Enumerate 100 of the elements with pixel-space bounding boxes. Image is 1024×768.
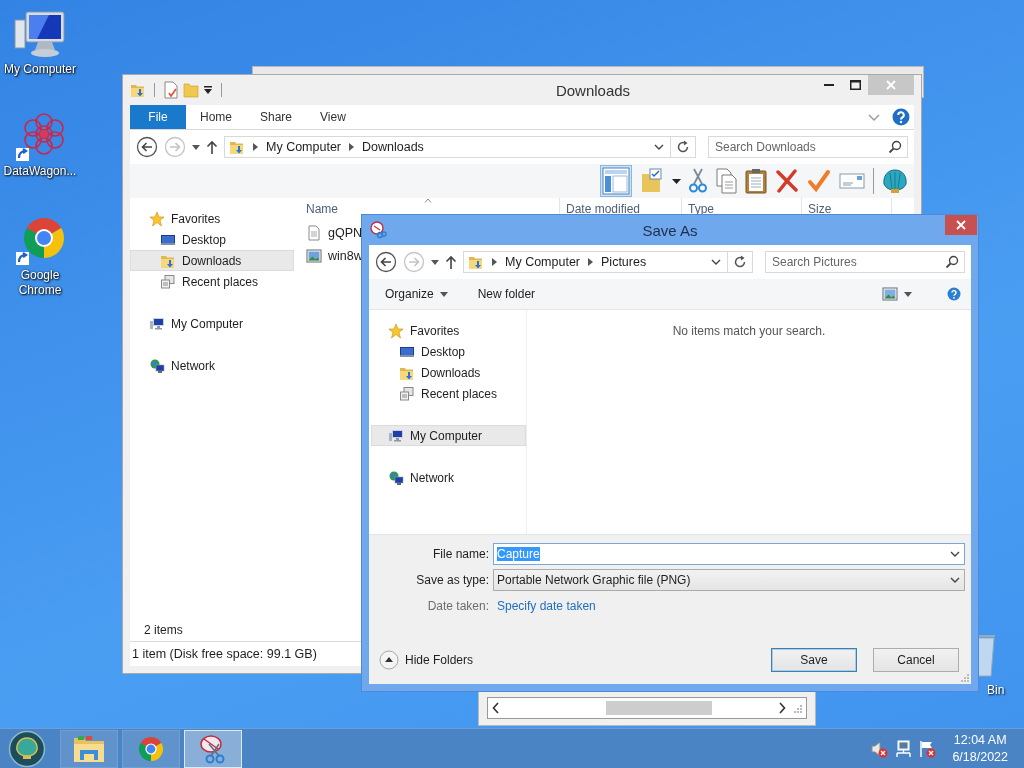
close-button[interactable]	[945, 215, 977, 235]
field-label: Save as type:	[415, 573, 489, 587]
recent-locations-icon[interactable]	[192, 144, 200, 150]
nav-item[interactable]: Network	[371, 467, 526, 488]
envelope-icon[interactable]	[839, 172, 865, 190]
folder-icon	[229, 139, 245, 155]
network-icon	[149, 357, 165, 374]
refresh-icon[interactable]	[676, 140, 690, 154]
help-icon[interactable]	[892, 108, 910, 126]
desktop-icon-label[interactable]: My Computer	[2, 62, 78, 77]
muted-speaker-icon[interactable]	[870, 739, 889, 758]
breadcrumb-link[interactable]: My Computer	[505, 255, 581, 269]
nav-item[interactable]: Network	[130, 355, 294, 376]
up-arrow-icon[interactable]	[445, 255, 457, 269]
checkmark-icon[interactable]	[807, 169, 831, 193]
nav-item[interactable]: Favorites	[130, 208, 294, 229]
breadcrumb-link[interactable]: Pictures	[601, 255, 647, 269]
computer-icon[interactable]	[12, 8, 68, 60]
nav-item[interactable]: Downloads	[371, 362, 526, 383]
scroll-right-icon[interactable]	[778, 702, 786, 714]
folder-icon[interactable]	[130, 82, 146, 98]
toolbar-button[interactable]: New folder	[471, 287, 542, 301]
scroll-thumb[interactable]	[606, 701, 712, 715]
resize-grip-icon[interactable]	[792, 703, 802, 713]
nav-item[interactable]: My Computer	[130, 313, 294, 334]
expand-ribbon-icon[interactable]	[868, 113, 880, 121]
nav-item[interactable]: Desktop	[371, 341, 526, 362]
shell-icon[interactable]	[882, 168, 908, 194]
scroll-left-icon[interactable]	[492, 702, 500, 714]
scrollbar[interactable]	[487, 697, 807, 719]
star-icon	[388, 322, 404, 339]
search-icon[interactable]	[888, 140, 902, 154]
empty-message: No items match your search.	[672, 324, 826, 340]
nav-item[interactable]: Recent places	[130, 271, 294, 292]
field-label: Date taken:	[426, 598, 489, 613]
ribbon-tab[interactable]: View	[306, 105, 360, 129]
view-icon[interactable]	[882, 287, 898, 301]
recent-locations-icon[interactable]	[431, 259, 439, 265]
back-button[interactable]	[136, 136, 158, 158]
folder-check-icon[interactable]	[640, 168, 664, 194]
clock-date[interactable]: 6/18/2022	[952, 748, 1008, 766]
toolbar-toggle[interactable]	[600, 165, 632, 197]
clock-time[interactable]: 12:04 AM	[952, 731, 1008, 749]
ribbon-tab[interactable]: Home	[186, 105, 246, 129]
customize-icon[interactable]	[203, 85, 213, 95]
copy-icon[interactable]	[715, 168, 737, 194]
minimize-icon	[824, 84, 834, 86]
start-button[interactable]	[8, 729, 46, 768]
nav-item[interactable]: My Computer	[371, 425, 526, 446]
dialog-title: Save As	[641, 221, 699, 239]
chevron-icon[interactable]	[349, 143, 355, 151]
breadcrumb-link[interactable]: My Computer	[266, 140, 342, 154]
chevron-icon[interactable]	[492, 258, 497, 266]
search-field[interactable]: Search Downloads	[708, 136, 908, 158]
scissors-icon[interactable]	[689, 168, 707, 194]
image-file-icon	[306, 247, 322, 264]
dropdown-icon[interactable]	[950, 577, 960, 583]
file-name[interactable]: gQPN	[328, 225, 363, 240]
back-button[interactable]	[375, 251, 397, 273]
nav-item[interactable]: Downloads	[130, 250, 294, 271]
chevron-icon[interactable]	[588, 258, 594, 266]
search-icon[interactable]	[945, 255, 959, 269]
dropdown-icon[interactable]	[950, 551, 960, 557]
network-icon[interactable]	[894, 739, 913, 758]
flag-icon[interactable]	[918, 739, 937, 758]
file-menu-tab[interactable]: File	[130, 105, 186, 129]
computer-icon	[388, 427, 404, 444]
breadcrumb-link[interactable]: Downloads	[362, 140, 424, 154]
caret-icon	[439, 291, 448, 297]
close-icon	[886, 80, 896, 90]
address-bar[interactable]: My Computer Downloads	[224, 136, 696, 158]
caret-icon[interactable]	[672, 178, 681, 184]
toolbar-button[interactable]: Organize	[379, 287, 454, 301]
properties-icon[interactable]	[163, 81, 179, 99]
window-title: Downloads	[554, 81, 632, 99]
date-link[interactable]: Specify date taken	[493, 598, 596, 613]
resize-grip-icon[interactable]	[959, 672, 969, 682]
collapse-icon	[379, 650, 399, 670]
maximize-icon	[849, 80, 861, 90]
dialog-button[interactable]: Cancel	[873, 648, 959, 672]
refresh-icon[interactable]	[733, 255, 747, 269]
up-arrow-icon[interactable]	[206, 140, 218, 154]
nav-item[interactable]: Favorites	[371, 320, 526, 341]
chevron-icon[interactable]	[253, 143, 258, 151]
ribbon-tab[interactable]: Share	[246, 105, 307, 129]
dropdown-icon[interactable]	[654, 144, 664, 150]
dropdown-icon[interactable]	[711, 259, 721, 265]
caret-icon[interactable]	[904, 291, 912, 297]
nav-item[interactable]: Desktop	[130, 229, 294, 250]
taskbar-button[interactable]	[60, 729, 118, 768]
nav-item[interactable]: Recent places	[371, 383, 526, 404]
recent-places-icon	[399, 385, 415, 402]
clipboard-icon[interactable]	[745, 168, 767, 194]
taskbar-button[interactable]	[122, 729, 180, 768]
file-type-dropdown[interactable]: Portable Network Graphic file (PNG)	[493, 569, 965, 591]
delete-icon[interactable]	[775, 169, 799, 193]
search-field[interactable]: Search Pictures	[765, 251, 965, 273]
help-icon[interactable]	[947, 287, 961, 301]
dialog-button[interactable]: Save	[771, 648, 857, 672]
address-bar[interactable]: My Computer Pictures	[463, 251, 753, 273]
